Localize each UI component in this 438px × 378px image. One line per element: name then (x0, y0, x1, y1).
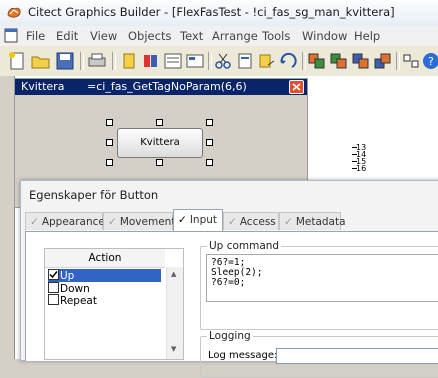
document-icon[interactable] (4, 28, 18, 43)
scroll-down-icon[interactable]: ▼ (171, 345, 176, 353)
tab-access[interactable]: ✓ Access (223, 212, 279, 230)
selection-handle[interactable] (156, 159, 163, 166)
grid-icon[interactable] (184, 51, 206, 71)
save-icon[interactable] (54, 51, 76, 71)
action-header: Action (45, 249, 165, 268)
menu-text[interactable]: Text (180, 29, 203, 43)
input-tab-panel: Action Up Down Repeat ▲ ▼ Up command ?6?… (25, 231, 438, 378)
tab-check-icon: ✓ (30, 216, 39, 228)
checkbox-down[interactable] (48, 282, 59, 293)
dialog-tabs: ✓ Appearance ✓ Movement ✓ Input ✓ Access ✓ Me… (25, 208, 438, 232)
page-icon[interactable] (162, 51, 184, 71)
tab-label: Appearance (41, 216, 105, 228)
checkbox-repeat[interactable] (48, 294, 59, 305)
menu-objects[interactable]: Objects (128, 29, 171, 43)
tab-label: Input (189, 214, 218, 226)
print-icon[interactable] (86, 51, 108, 71)
toolbar: ? (0, 46, 438, 77)
toolbar-separator (80, 52, 84, 70)
redo-icon[interactable] (278, 51, 300, 71)
tab-check-icon: ✓ (228, 216, 237, 228)
tab-input[interactable]: ✓ Input (173, 209, 223, 231)
cut-icon[interactable] (212, 51, 234, 71)
menu-tools[interactable]: Tools (262, 29, 290, 43)
object-expression: =ci_fas_GetTagNoParam(6,6) (87, 80, 247, 93)
window-title: Citect Graphics Builder - [FlexFasTest -… (28, 5, 395, 19)
log-message-label: Log message: (208, 350, 278, 361)
logging-label: Logging (207, 330, 253, 342)
up-command-editor[interactable]: ?6?=1; Sleep(2); ?6?=0; (206, 254, 438, 302)
left-gutter (0, 76, 14, 359)
tab-check-icon: ✓ (108, 216, 117, 228)
group-icon[interactable] (306, 51, 328, 71)
tab-label: Metadata (295, 216, 346, 228)
copy-icon[interactable] (118, 51, 140, 71)
tab-check-icon: ✓ (284, 216, 293, 228)
menu-window[interactable]: Window (302, 29, 347, 43)
toolbar-separator (112, 52, 116, 70)
menu-edit[interactable]: Edit (56, 29, 78, 43)
menu-arrange[interactable]: Arrange (212, 29, 258, 43)
paste-icon[interactable] (140, 51, 162, 71)
selection-handle[interactable] (156, 119, 163, 126)
tab-label: Access (239, 216, 276, 228)
code-line: Sleep(2); (211, 267, 263, 278)
page-props-icon[interactable] (234, 51, 256, 71)
ungroup-icon[interactable] (328, 51, 350, 71)
tab-check-icon: ✓ (178, 214, 187, 226)
front-icon[interactable] (350, 51, 372, 71)
new-icon[interactable] (6, 51, 28, 71)
undo-icon[interactable] (256, 51, 278, 71)
tab-label: Movement (119, 216, 176, 228)
up-command-label: Up command (207, 240, 282, 252)
selection-handle[interactable] (206, 139, 213, 146)
open-icon[interactable] (30, 51, 52, 71)
tab-metadata[interactable]: ✓ Metadata (279, 212, 346, 230)
ruler-marks: 13 14 15 16 (352, 144, 366, 173)
action-label-repeat: Repeat (60, 295, 97, 307)
action-label-up: Up (60, 270, 75, 282)
object-properties-header: Kvittera =ci_fas_GetTagNoParam(6,6) (15, 79, 307, 95)
action-item-up[interactable]: Up (48, 269, 161, 282)
selection-handle[interactable] (106, 119, 113, 126)
back-icon[interactable] (372, 51, 394, 71)
selection-handle[interactable] (206, 159, 213, 166)
log-message-field[interactable] (276, 348, 438, 364)
close-icon[interactable] (289, 80, 304, 94)
ruler-number: 16 (352, 165, 366, 173)
code-line: ?6?=0; (211, 277, 246, 288)
tab-appearance[interactable]: ✓ Appearance (25, 212, 105, 230)
app-icon (7, 7, 21, 18)
scroll-up-icon[interactable]: ▲ (171, 270, 176, 278)
window-titlebar: Citect Graphics Builder - [FlexFasTest -… (0, 0, 438, 27)
menu-view[interactable]: View (90, 29, 117, 43)
kvittera-button[interactable]: Kvittera (117, 128, 203, 158)
selection-handle[interactable] (206, 119, 213, 126)
help-icon[interactable]: ? (420, 51, 438, 71)
action-scrollbar[interactable]: ▲ ▼ (166, 267, 183, 359)
align-icon[interactable] (400, 51, 422, 71)
selection-handle[interactable] (106, 139, 113, 146)
menu-bar: File Edit View Objects Text Arrange Tool… (0, 26, 438, 46)
dialog-title: Egenskaper för Button (29, 188, 159, 202)
menu-help[interactable]: Help (354, 29, 380, 43)
svg-text:?: ? (428, 55, 434, 68)
button-properties-dialog: Egenskaper för Button ✓ Appearance ✓ Movem… (20, 180, 438, 378)
tab-movement[interactable]: ✓ Movement (103, 212, 176, 230)
selection-handle[interactable] (106, 159, 113, 166)
object-name: Kvittera (21, 80, 65, 93)
menu-file[interactable]: File (26, 29, 45, 43)
checkbox-up[interactable] (48, 269, 59, 280)
action-item-repeat[interactable]: Repeat (48, 294, 97, 307)
action-list: Action Up Down Repeat ▲ ▼ (44, 248, 184, 360)
